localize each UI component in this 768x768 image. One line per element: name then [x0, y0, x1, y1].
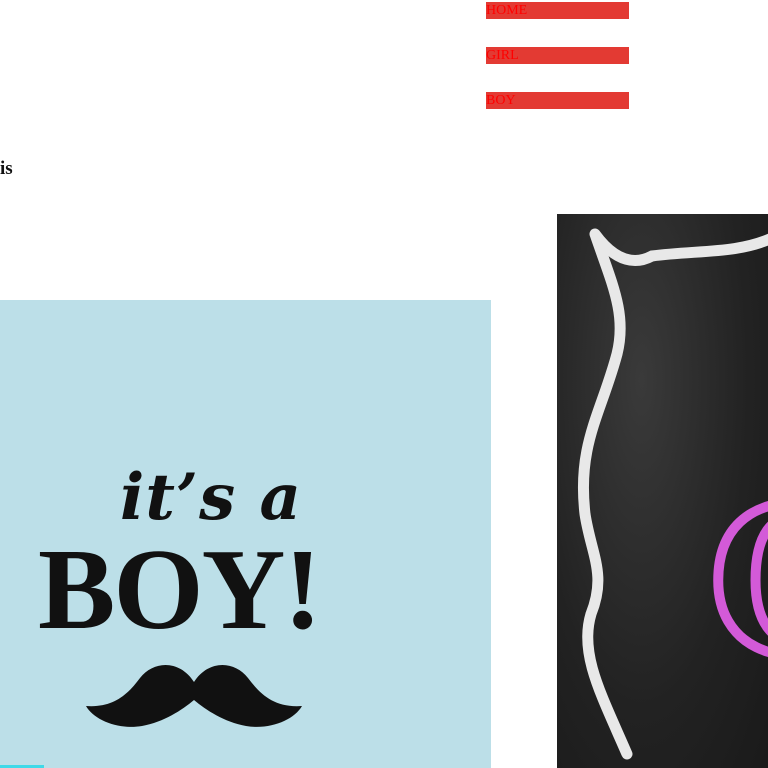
letter-g: G: [707, 449, 768, 704]
its-a-boy-image[interactable]: it’s a BOY!: [0, 300, 491, 768]
nav-girl-link[interactable]: GIRL: [486, 47, 629, 64]
chalkboard-girl-image[interactable]: G: [557, 214, 768, 768]
intro-text: is: [0, 158, 13, 179]
its-a-text: it’s a: [120, 460, 302, 535]
mustache-icon: [86, 664, 302, 727]
chalk-frame-icon: G: [577, 228, 768, 760]
main-nav: HOME GIRL BOY: [486, 2, 629, 137]
boy-text: BOY!: [38, 526, 322, 654]
nav-home-link[interactable]: HOME: [486, 2, 629, 19]
nav-boy-link[interactable]: BOY: [486, 92, 629, 109]
